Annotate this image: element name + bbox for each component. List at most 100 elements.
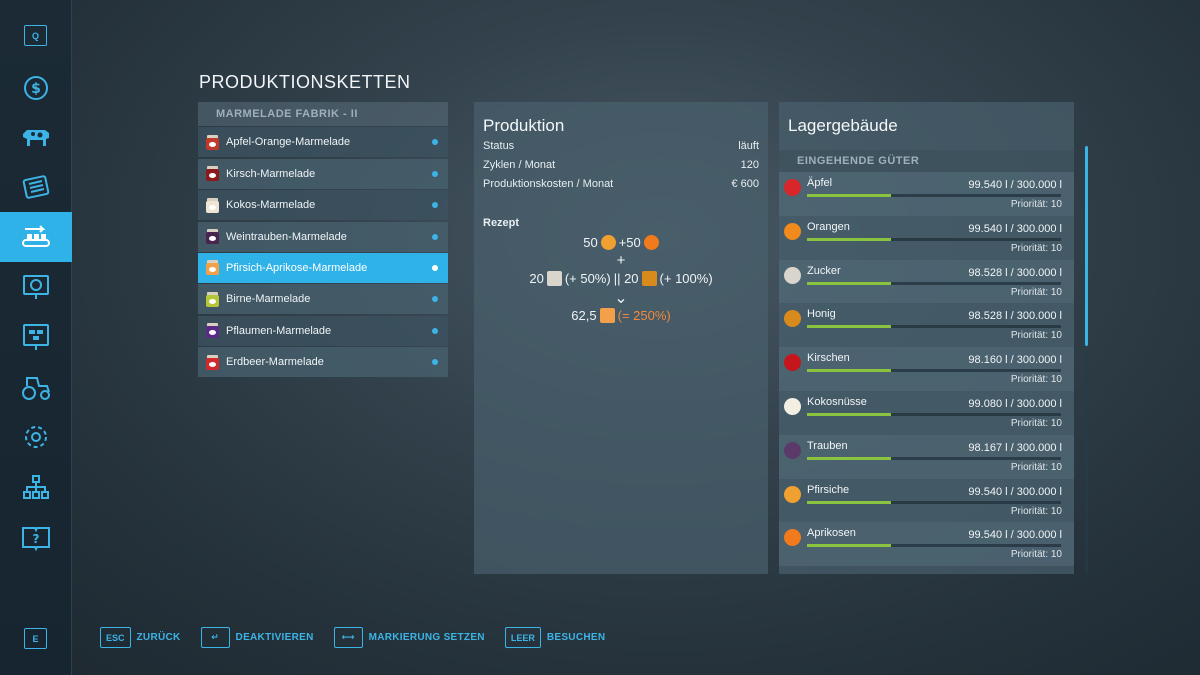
fill-level-bar — [807, 456, 1061, 460]
dollar-icon: $ — [24, 76, 48, 100]
recipe-plus: + — [616, 252, 626, 269]
nav-board[interactable] — [0, 312, 72, 362]
active-indicator-dot — [432, 233, 438, 240]
nav-settings[interactable] — [0, 412, 72, 462]
back-button[interactable]: ESC ZURÜCK — [100, 627, 181, 648]
storage-panel: Lagergebäude EINGEHENDE GÜTER Äpfel 99.54… — [779, 102, 1074, 574]
fill-level-bar-fill — [807, 369, 891, 373]
cow-icon — [23, 130, 49, 146]
good-name: Trauben — [807, 439, 848, 452]
scrollbar-thumb[interactable] — [1085, 146, 1088, 346]
set-marker-button[interactable]: ⟷ MARKIERUNG SETZEN — [333, 627, 485, 648]
apricot-icon — [784, 529, 801, 547]
fill-level-bar-fill — [807, 412, 891, 416]
fill-level-bar — [807, 412, 1061, 416]
fill-level-bar-fill — [807, 237, 891, 241]
chain-item[interactable]: Erdbeer-Marmelade — [198, 347, 448, 378]
nav-animals[interactable] — [0, 112, 72, 162]
costs-row: Produktionskosten / Monat € 600 — [474, 174, 768, 193]
good-priority: Priorität: 10 — [1010, 549, 1062, 561]
storage-good-row[interactable]: Zucker 98.528 l / 300.000 l Priorität: 10 — [779, 259, 1074, 304]
deactivate-button[interactable]: ↵ DEAKTIVIEREN — [200, 627, 314, 648]
storage-scrollbar[interactable] — [1085, 146, 1088, 573]
chain-item-label: Erdbeer-Marmelade — [226, 356, 324, 369]
storage-good-row[interactable]: Äpfel 99.540 l / 300.000 l Priorität: 10 — [779, 172, 1074, 216]
jam-jar-icon — [206, 229, 219, 245]
fill-level-bar-fill — [807, 500, 891, 504]
good-priority: Priorität: 10 — [1010, 330, 1062, 342]
tractor-icon — [22, 377, 50, 400]
storage-good-row[interactable]: Honig 98.528 l / 300.000 l Priorität: 10 — [779, 303, 1074, 348]
cycles-value: 120 — [740, 158, 759, 171]
key-hint-e[interactable]: E — [24, 628, 47, 649]
storage-title: Lagergebäude — [788, 116, 898, 135]
apricot-icon — [643, 235, 659, 250]
good-amount: 99.540 l / 300.000 l — [968, 485, 1062, 498]
jam-jar-icon — [206, 166, 219, 182]
network-icon — [23, 475, 49, 499]
factory-header: MARMELADE FABRIK - II — [198, 102, 448, 126]
jam-jar-icon — [206, 291, 219, 307]
coconut-icon — [784, 397, 801, 415]
good-priority: Priorität: 10 — [1010, 286, 1062, 298]
good-priority: Priorität: 10 — [1010, 199, 1062, 210]
active-indicator-dot — [432, 296, 438, 303]
presentation-icon — [23, 275, 49, 299]
storage-good-row[interactable]: Kirschen 98.160 l / 300.000 l Priorität: 1… — [779, 347, 1074, 391]
fill-level-bar-fill — [807, 456, 891, 460]
good-priority: Priorität: 10 — [1010, 374, 1062, 386]
storage-good-row[interactable]: Aprikosen 99.540 l / 300.000 l Priorität: … — [779, 522, 1074, 567]
chain-item[interactable]: Pfirsich-Aprikose-Marmelade — [198, 252, 448, 283]
visit-label: BESUCHEN — [546, 632, 606, 643]
sugar-amount: 20 — [529, 271, 544, 286]
fill-level-bar — [807, 544, 1061, 548]
nav-vehicles[interactable] — [0, 362, 72, 412]
storage-good-row[interactable]: Pfirsiche 99.540 l / 300.000 l Priorität: … — [779, 478, 1074, 523]
nav-production-chains[interactable] — [0, 212, 72, 262]
chevron-down-icon: ⌄ — [614, 290, 628, 307]
good-name: Pfirsiche — [807, 483, 850, 496]
nav-contracts[interactable] — [0, 162, 72, 212]
storage-good-row[interactable]: Orangen 99.540 l / 300.000 l Priorität: 10 — [779, 215, 1074, 260]
chain-item[interactable]: Apfel-Orange-Marmelade — [198, 127, 448, 158]
storage-good-row[interactable]: Trauben 98.167 l / 300.000 l Priorität: 10 — [779, 434, 1074, 479]
peach-icon — [784, 485, 801, 503]
chain-item[interactable]: Kokos-Marmelade — [198, 190, 448, 221]
nav-finances[interactable]: $ — [0, 63, 72, 113]
active-indicator-dot — [432, 359, 438, 366]
board-icon — [23, 324, 49, 350]
chain-item[interactable]: Pflaumen-Marmelade — [198, 315, 448, 346]
production-chain-icon — [22, 225, 50, 247]
honey-icon — [641, 271, 657, 286]
set-marker-label: MARKIERUNG SETZEN — [368, 632, 485, 643]
active-indicator-dot — [432, 202, 438, 209]
cycles-label: Zyklen / Monat — [483, 158, 556, 171]
svg-text:?: ? — [33, 532, 40, 546]
chain-item[interactable]: Kirsch-Marmelade — [198, 158, 448, 189]
enter-key-icon: ↵ — [200, 627, 230, 648]
nav-statistics[interactable] — [0, 262, 72, 312]
storage-good-row[interactable]: Kokosnüsse 99.080 l / 300.000 l Priorität:… — [779, 390, 1074, 435]
nav-network[interactable] — [0, 462, 72, 512]
good-amount: 98.528 l / 300.000 l — [968, 310, 1062, 323]
chain-item[interactable]: Birne-Marmelade — [198, 284, 448, 315]
good-priority: Priorität: 10 — [1010, 417, 1062, 429]
good-name: Äpfel — [807, 177, 833, 189]
good-name: Zucker — [807, 264, 841, 277]
good-name: Kirschen — [807, 352, 850, 365]
jam-jar-icon — [206, 197, 219, 213]
orange-icon — [784, 222, 801, 240]
status-value: läuft — [738, 139, 759, 152]
chain-item[interactable]: Weintrauben-Marmelade — [198, 221, 448, 252]
output-percent: (= 250%) — [617, 308, 671, 323]
nav-help[interactable]: ? — [0, 512, 72, 562]
production-title: Produktion — [483, 116, 565, 135]
grape-icon — [784, 441, 801, 459]
visit-button[interactable]: LEER BESUCHEN — [504, 627, 606, 648]
jam-jar-icon — [206, 354, 219, 370]
fill-level-bar — [807, 369, 1061, 373]
incoming-goods-header: EINGEHENDE GÜTER — [779, 150, 1074, 172]
good-amount: 99.540 l / 300.000 l — [968, 179, 1062, 191]
deactivate-label: DEAKTIVIEREN — [235, 632, 314, 643]
key-hint-q[interactable]: Q — [24, 25, 47, 46]
